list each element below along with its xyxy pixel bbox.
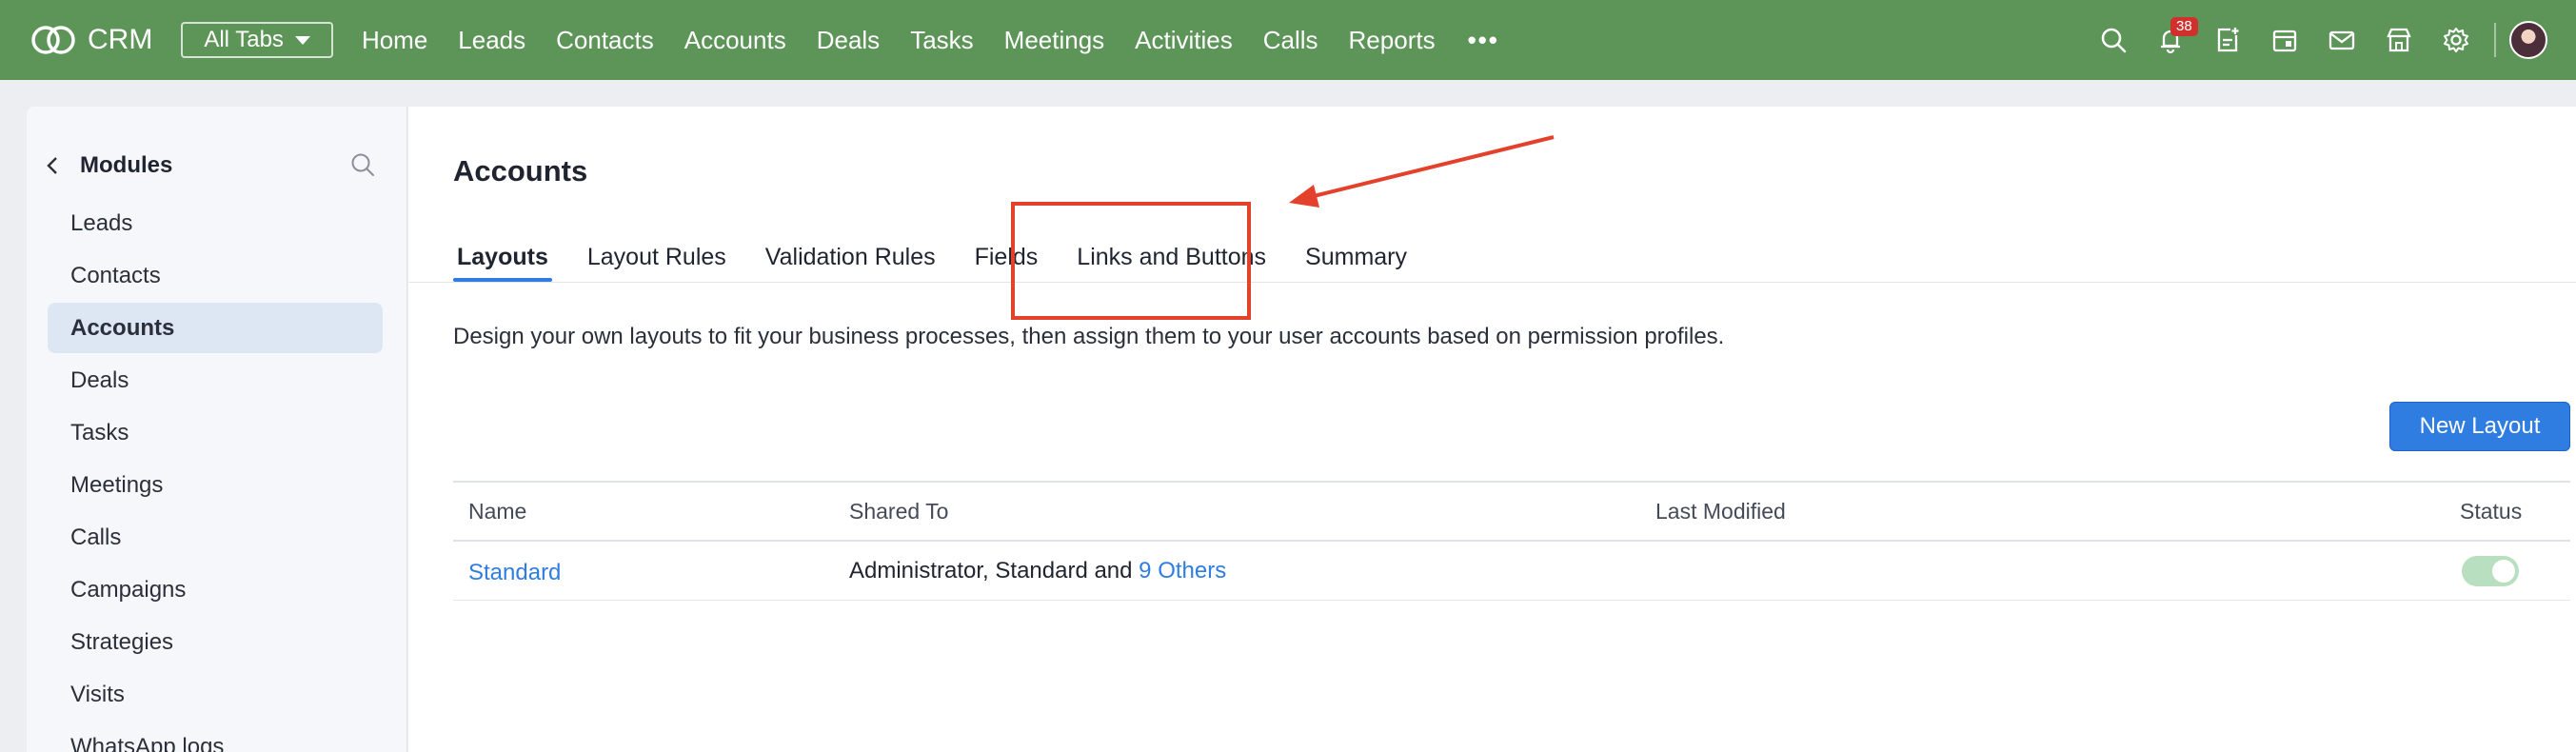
nav-item-deals[interactable]: Deals <box>802 26 895 55</box>
search-icon[interactable] <box>348 150 377 179</box>
settings-button[interactable] <box>2427 0 2485 80</box>
caret-down-icon <box>294 35 310 45</box>
main-nav: Home Leads Contacts Accounts Deals Tasks… <box>347 0 1516 80</box>
tab-layout-rules[interactable]: Layout Rules <box>584 228 730 282</box>
module-list: Leads Contacts Accounts Deals Tasks Meet… <box>48 198 383 752</box>
nav-item-meetings[interactable]: Meetings <box>989 26 1120 55</box>
search-icon <box>2101 28 2127 53</box>
table-row[interactable]: Standard Administrator, Standard and 9 O… <box>453 542 2570 601</box>
shared-to-others-link[interactable]: 9 Others <box>1139 558 1226 584</box>
topbar-divider <box>2494 23 2496 57</box>
calendar-icon <box>2272 30 2297 52</box>
layout-name-link[interactable]: Standard <box>468 542 561 600</box>
sidebar-item-campaigns[interactable]: Campaigns <box>48 564 383 615</box>
top-utility-icons: 38 <box>2085 0 2576 80</box>
page-title: Accounts <box>453 154 588 188</box>
status-cell <box>2462 542 2519 600</box>
sidebar-item-tasks[interactable]: Tasks <box>48 407 383 458</box>
top-navigation-bar: CRM All Tabs Home Leads Contacts Account… <box>0 0 2576 80</box>
all-tabs-label: All Tabs <box>204 27 284 52</box>
shared-to-text: Administrator, Standard and <box>849 557 1139 584</box>
status-toggle[interactable] <box>2462 555 2519 586</box>
sidebar-item-contacts[interactable]: Contacts <box>48 250 383 301</box>
sidebar-item-strategies[interactable]: Strategies <box>48 617 383 667</box>
nav-item-leads[interactable]: Leads <box>443 26 541 55</box>
sidebar-item-visits[interactable]: Visits <box>48 669 383 720</box>
tab-divider <box>408 282 2576 283</box>
column-header-shared-to[interactable]: Shared To <box>849 483 948 540</box>
sidebar-item-whatsapp-logs[interactable]: WhatsApp logs <box>48 722 383 752</box>
crm-logo-icon <box>31 26 75 54</box>
marketplace-icon <box>2387 28 2411 52</box>
annotation-arrow-icon <box>1289 135 1555 208</box>
nav-item-calls[interactable]: Calls <box>1248 26 1334 55</box>
nav-item-home[interactable]: Home <box>347 26 443 55</box>
quick-create-button[interactable] <box>2199 0 2256 80</box>
notification-count-badge: 38 <box>2170 17 2198 36</box>
sidebar-item-accounts[interactable]: Accounts <box>48 303 383 353</box>
mail-button[interactable] <box>2313 0 2370 80</box>
nav-item-contacts[interactable]: Contacts <box>541 26 669 55</box>
nav-item-accounts[interactable]: Accounts <box>669 26 802 55</box>
app-name: CRM <box>88 24 153 55</box>
marketplace-button[interactable] <box>2370 0 2427 80</box>
tab-bar: Layouts Layout Rules Validation Rules Fi… <box>453 228 1442 282</box>
column-header-last-modified[interactable]: Last Modified <box>1655 483 1786 540</box>
annotation-highlight-box <box>1011 202 1251 320</box>
layouts-table: Name Shared To Last Modified Status Stan… <box>453 481 2570 601</box>
more-tabs-button[interactable]: ••• <box>1451 26 1516 55</box>
column-header-name[interactable]: Name <box>468 483 526 540</box>
sidebar-item-meetings[interactable]: Meetings <box>48 460 383 510</box>
shared-to-cell: Administrator, Standard and 9 Others <box>849 542 1226 600</box>
nav-item-reports[interactable]: Reports <box>1334 26 1451 55</box>
new-layout-button[interactable]: New Layout <box>2389 402 2570 451</box>
nav-item-activities[interactable]: Activities <box>1120 26 1248 55</box>
table-header: Name Shared To Last Modified Status <box>453 481 2570 542</box>
all-tabs-dropdown[interactable]: All Tabs <box>181 22 333 58</box>
sidebar-item-leads[interactable]: Leads <box>48 198 383 248</box>
sidebar-header: Modules <box>42 147 394 185</box>
page-description: Design your own layouts to fit your busi… <box>453 324 1725 349</box>
calendar-button[interactable] <box>2256 0 2313 80</box>
modules-sidebar: Modules Leads Contacts Accounts Deals Ta… <box>27 107 407 752</box>
tab-layouts[interactable]: Layouts <box>453 228 552 282</box>
mail-icon <box>2328 30 2355 50</box>
sidebar-item-calls[interactable]: Calls <box>48 512 383 563</box>
crm-logo[interactable]: CRM <box>29 0 152 80</box>
search-button[interactable] <box>2085 0 2142 80</box>
sidebar-title: Modules <box>80 152 173 178</box>
column-header-status[interactable]: Status <box>2460 483 2522 540</box>
add-note-icon <box>2217 28 2239 52</box>
sidebar-item-deals[interactable]: Deals <box>48 355 383 406</box>
user-avatar[interactable] <box>2509 21 2547 59</box>
chevron-left-icon[interactable] <box>42 154 65 177</box>
nav-item-tasks[interactable]: Tasks <box>895 26 988 55</box>
tab-summary[interactable]: Summary <box>1301 228 1411 282</box>
notifications-button[interactable]: 38 <box>2142 0 2199 80</box>
gear-icon <box>2444 28 2468 52</box>
tab-validation-rules[interactable]: Validation Rules <box>762 228 940 282</box>
